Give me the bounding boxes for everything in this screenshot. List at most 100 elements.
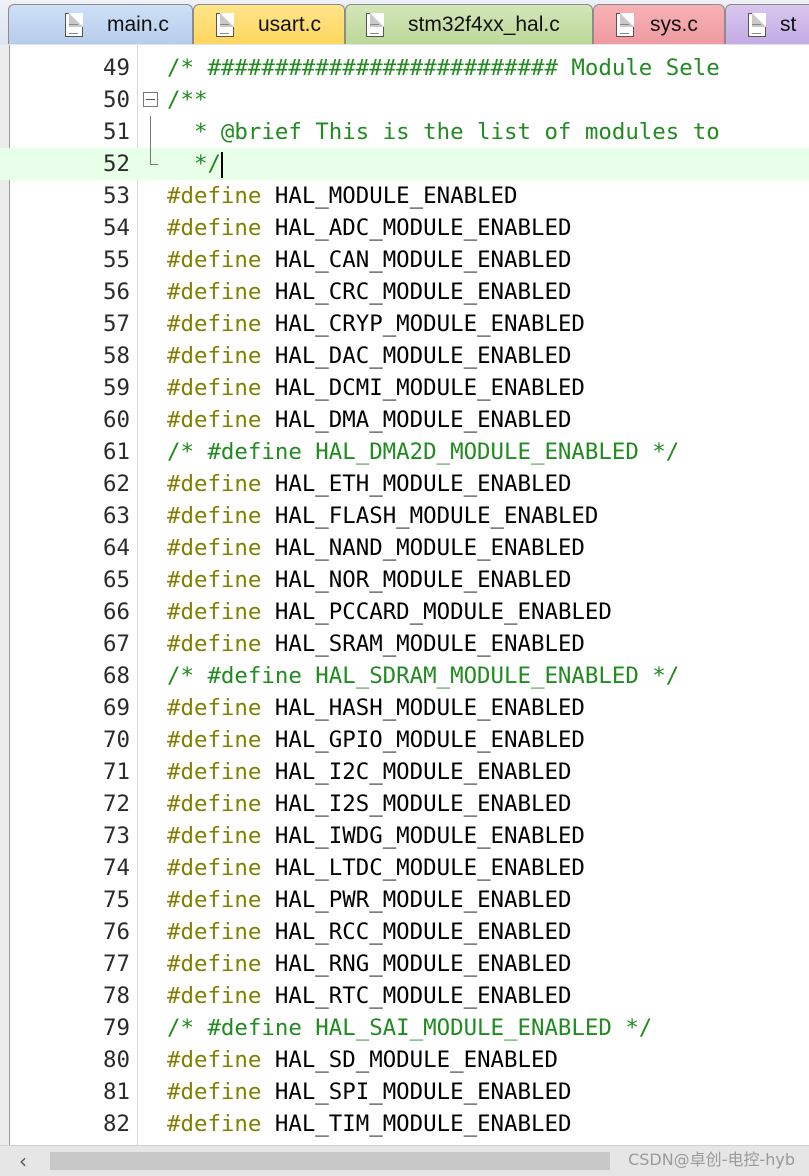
tab-label: stm32f4xx_hal.c — [408, 12, 560, 36]
code-line[interactable]: 63 #define HAL_FLASH_MODULE_ENABLED — [0, 500, 809, 532]
code-line[interactable]: 75 #define HAL_PWR_MODULE_ENABLED — [0, 884, 809, 916]
code-line[interactable]: 49 /* ########################## Module S… — [0, 52, 809, 84]
file-icon — [216, 12, 234, 37]
code-line[interactable]: 70 #define HAL_GPIO_MODULE_ENABLED — [0, 724, 809, 756]
line-number: 75 — [103, 887, 130, 913]
scrollbar-thumb[interactable] — [50, 1152, 610, 1170]
code-line[interactable]: 61 /* #define HAL_DMA2D_MODULE_ENABLED */ — [0, 436, 809, 468]
code-text: #define HAL_FLASH_MODULE_ENABLED — [167, 500, 598, 532]
fold-empty — [138, 372, 165, 404]
fold-guide — [138, 116, 165, 148]
tab-main-c[interactable]: main.c — [8, 4, 193, 44]
macro-name: HAL_GPIO_MODULE_ENABLED — [274, 727, 585, 753]
code-line[interactable]: 80 #define HAL_SD_MODULE_ENABLED — [0, 1044, 809, 1076]
comment-text: /** — [167, 87, 208, 113]
code-line[interactable]: 76 #define HAL_RCC_MODULE_ENABLED — [0, 916, 809, 948]
tab-st[interactable]: st — [725, 4, 809, 44]
preprocessor-keyword: #define — [167, 727, 262, 753]
code-text: /* ########################## Module Sel… — [167, 52, 720, 84]
code-line[interactable]: 52 */ — [0, 148, 809, 180]
line-number: 81 — [103, 1079, 130, 1105]
chevron-left-icon[interactable]: ‹ — [0, 1146, 46, 1176]
code-line[interactable]: 78 #define HAL_RTC_MODULE_ENABLED — [0, 980, 809, 1012]
line-number: 79 — [103, 1015, 130, 1041]
fold-empty — [138, 724, 165, 756]
macro-name: HAL_CRC_MODULE_ENABLED — [274, 279, 572, 305]
preprocessor-keyword: #define — [167, 535, 262, 561]
code-line[interactable]: 73 #define HAL_IWDG_MODULE_ENABLED — [0, 820, 809, 852]
code-line[interactable]: 65 #define HAL_NOR_MODULE_ENABLED — [0, 564, 809, 596]
line-number: 58 — [103, 343, 130, 369]
code-text: /** — [167, 84, 207, 116]
code-line[interactable]: 62 #define HAL_ETH_MODULE_ENABLED — [0, 468, 809, 500]
preprocessor-keyword: #define — [167, 823, 262, 849]
macro-name: HAL_PCCARD_MODULE_ENABLED — [274, 599, 612, 625]
code-line[interactable]: 82 #define HAL_TIM_MODULE_ENABLED — [0, 1108, 809, 1140]
tab-label: sys.c — [650, 12, 698, 36]
tab-sys-c[interactable]: sys.c — [593, 4, 725, 44]
code-line[interactable]: 67 #define HAL_SRAM_MODULE_ENABLED — [0, 628, 809, 660]
code-line[interactable]: 64 #define HAL_NAND_MODULE_ENABLED — [0, 532, 809, 564]
code-line[interactable]: 59 #define HAL_DCMI_MODULE_ENABLED — [0, 372, 809, 404]
line-number: 72 — [103, 791, 130, 817]
code-text: #define HAL_TIM_MODULE_ENABLED — [167, 1108, 571, 1140]
fold-empty — [138, 1044, 165, 1076]
code-line[interactable]: 56 #define HAL_CRC_MODULE_ENABLED — [0, 276, 809, 308]
code-line[interactable]: 54 #define HAL_ADC_MODULE_ENABLED — [0, 212, 809, 244]
preprocessor-keyword: #define — [167, 407, 262, 433]
code-line[interactable]: 79 /* #define HAL_SAI_MODULE_ENABLED */ — [0, 1012, 809, 1044]
code-text: #define HAL_MODULE_ENABLED — [167, 180, 518, 212]
code-line[interactable]: 51 * @brief This is the list of modules … — [0, 116, 809, 148]
code-line[interactable]: 71 #define HAL_I2C_MODULE_ENABLED — [0, 756, 809, 788]
code-text: #define HAL_RNG_MODULE_ENABLED — [167, 948, 571, 980]
fold-collapse-icon[interactable] — [138, 84, 165, 116]
code-line[interactable]: 60 #define HAL_DMA_MODULE_ENABLED — [0, 404, 809, 436]
code-line[interactable]: 68 /* #define HAL_SDRAM_MODULE_ENABLED */ — [0, 660, 809, 692]
fold-empty — [138, 596, 165, 628]
macro-name: HAL_SD_MODULE_ENABLED — [274, 1047, 558, 1073]
code-line[interactable]: 57 #define HAL_CRYP_MODULE_ENABLED — [0, 308, 809, 340]
macro-name: HAL_DMA_MODULE_ENABLED — [274, 407, 572, 433]
macro-name: HAL_HASH_MODULE_ENABLED — [274, 695, 585, 721]
tab-usart-c[interactable]: usart.c — [193, 4, 345, 44]
code-text: #define HAL_CRC_MODULE_ENABLED — [167, 276, 571, 308]
line-number: 65 — [103, 567, 130, 593]
fold-empty — [138, 52, 165, 84]
macro-name: HAL_RCC_MODULE_ENABLED — [274, 919, 572, 945]
preprocessor-keyword: #define — [167, 247, 262, 273]
tab-stm32f4xx-hal-c[interactable]: stm32f4xx_hal.c — [345, 4, 593, 44]
line-number: 63 — [103, 503, 130, 529]
code-line[interactable]: 69 #define HAL_HASH_MODULE_ENABLED — [0, 692, 809, 724]
tab-label: main.c — [107, 12, 169, 36]
preprocessor-keyword: #define — [167, 791, 262, 817]
file-icon — [616, 12, 634, 37]
code-line[interactable]: 77 #define HAL_RNG_MODULE_ENABLED — [0, 948, 809, 980]
macro-name: HAL_CAN_MODULE_ENABLED — [274, 247, 572, 273]
preprocessor-keyword: #define — [167, 631, 262, 657]
macro-name: HAL_I2S_MODULE_ENABLED — [274, 791, 572, 817]
comment-text: /* ########################## Module Sel… — [167, 55, 720, 81]
code-line[interactable]: 55 #define HAL_CAN_MODULE_ENABLED — [0, 244, 809, 276]
code-line[interactable]: 58 #define HAL_DAC_MODULE_ENABLED — [0, 340, 809, 372]
code-editor[interactable]: 49 /* ########################## Module S… — [0, 45, 809, 1145]
fold-empty — [138, 1012, 165, 1044]
macro-name: HAL_SPI_MODULE_ENABLED — [274, 1079, 572, 1105]
macro-name: HAL_I2C_MODULE_ENABLED — [274, 759, 572, 785]
macro-name: HAL_FLASH_MODULE_ENABLED — [274, 503, 599, 529]
line-number: 82 — [103, 1111, 130, 1137]
line-number: 78 — [103, 983, 130, 1009]
preprocessor-keyword: #define — [167, 1111, 262, 1137]
code-line[interactable]: 53 #define HAL_MODULE_ENABLED — [0, 180, 809, 212]
code-text: #define HAL_CRYP_MODULE_ENABLED — [167, 308, 585, 340]
code-line[interactable]: 74 #define HAL_LTDC_MODULE_ENABLED — [0, 852, 809, 884]
fold-empty — [138, 756, 165, 788]
preprocessor-keyword: #define — [167, 567, 262, 593]
code-text: /* #define HAL_SAI_MODULE_ENABLED */ — [167, 1012, 652, 1044]
line-number: 54 — [103, 215, 130, 241]
code-line[interactable]: 50 /** — [0, 84, 809, 116]
preprocessor-keyword: #define — [167, 951, 262, 977]
code-line[interactable]: 72 #define HAL_I2S_MODULE_ENABLED — [0, 788, 809, 820]
code-line[interactable]: 66 #define HAL_PCCARD_MODULE_ENABLED — [0, 596, 809, 628]
code-line[interactable]: 81 #define HAL_SPI_MODULE_ENABLED — [0, 1076, 809, 1108]
macro-name: HAL_NOR_MODULE_ENABLED — [274, 567, 572, 593]
